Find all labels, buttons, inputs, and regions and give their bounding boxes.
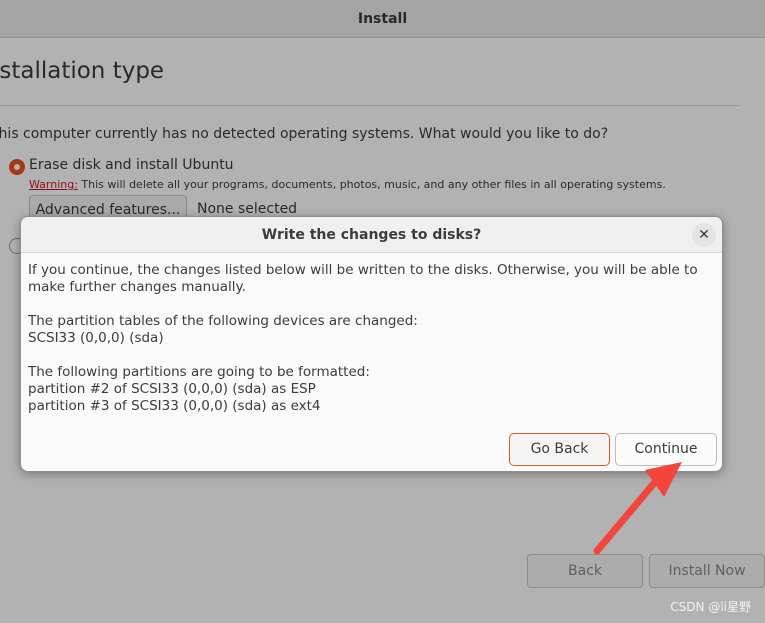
partition-tables-device: SCSI33 (0,0,0) (sda) — [28, 330, 164, 346]
close-icon[interactable]: ✕ — [692, 223, 716, 247]
write-changes-dialog: Write the changes to disks? ✕ If you con… — [20, 216, 723, 472]
format-item: partition #3 of SCSI33 (0,0,0) (sda) as … — [28, 398, 321, 414]
watermark: CSDN @li星野 — [670, 600, 751, 614]
dialog-header: Write the changes to disks? ✕ — [21, 217, 722, 253]
dialog-intro: If you continue, the changes listed belo… — [28, 262, 698, 295]
continue-button[interactable]: Continue — [615, 433, 717, 466]
partition-tables-heading: The partition tables of the following de… — [28, 313, 418, 329]
dialog-message: If you continue, the changes listed belo… — [28, 262, 718, 415]
go-back-button[interactable]: Go Back — [509, 433, 610, 466]
format-item: partition #2 of SCSI33 (0,0,0) (sda) as … — [28, 381, 316, 397]
format-heading: The following partitions are going to be… — [28, 364, 370, 380]
dialog-title: Write the changes to disks? — [261, 227, 482, 243]
